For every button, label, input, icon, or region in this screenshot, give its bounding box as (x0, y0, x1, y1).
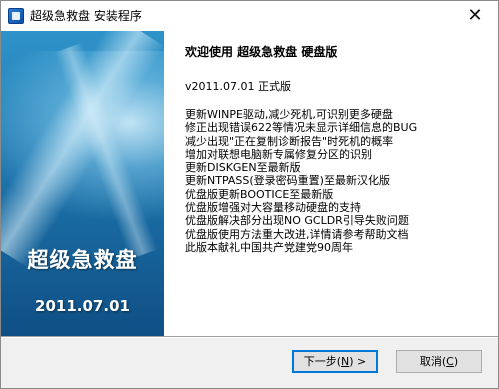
cancel-button-label-prefix: 取消( (419, 355, 447, 368)
changelog-item: 修正出现错误622等情况未显示详细信息的BUG (185, 121, 418, 135)
banner-title: 超级急救盘 (27, 248, 138, 272)
next-button-mnemonic: N (341, 355, 350, 368)
cancel-button[interactable]: 取消(C) (396, 350, 482, 373)
next-button-label-suffix: ) > (349, 355, 367, 368)
changelog-item: 增加对联想电脑新专属修复分区的识别 (185, 147, 372, 161)
close-icon[interactable]: ✕ (452, 1, 498, 31)
changelog-item: 更新NTPASS(登录密码重置)至最新汉化版 (185, 174, 390, 188)
welcome-panel: 欢迎使用 超级急救盘 硬盘版 v2011.07.01 正式版 更新WINPE驱动… (164, 31, 498, 336)
changelog-item: 更新DISKGEN至最新版 (185, 161, 301, 175)
changelog-item: 减少出现"正在复制诊断报告"时死机的概率 (185, 134, 394, 148)
window-title: 超级急救盘 安装程序 (30, 9, 142, 23)
cancel-button-mnemonic: C (446, 355, 454, 368)
next-button-label-prefix: 下一步( (303, 355, 342, 368)
banner-panel: 超级急救盘 2011.07.01 (1, 31, 164, 336)
changelog-item: 优盘版使用方法重大改进,详情请参考帮助文档 (185, 227, 409, 241)
title-bar[interactable]: 超级急救盘 安装程序 ✕ (1, 1, 498, 31)
welcome-heading: 欢迎使用 超级急救盘 硬盘版 (185, 45, 338, 59)
changelog-item: 优盘版更新BOOTICE至最新版 (185, 187, 334, 201)
banner-date: 2011.07.01 (35, 297, 130, 315)
cancel-button-label-suffix: ) (453, 355, 459, 368)
installer-window: 超级急救盘 安装程序 ✕ 超级急救盘 2011.07.01 欢迎使用 超级急救盘… (0, 0, 499, 389)
next-button[interactable]: 下一步(N) > (292, 350, 378, 373)
changelog-list: 更新WINPE驱动,减少死机,可识别更多硬盘 修正出现错误622等情况未显示详细… (185, 108, 417, 254)
changelog-item: 此版本献礼中国共产党建党90周年 (185, 240, 353, 254)
version-label: v2011.07.01 正式版 (185, 80, 291, 93)
changelog-item: 优盘版增强对大容量移动硬盘的支持 (185, 201, 361, 215)
changelog-item: 优盘版解决部分出现NO GCLDR引导失败问题 (185, 214, 409, 228)
button-bar: 下一步(N) > 取消(C) (1, 338, 498, 388)
changelog-item: 更新WINPE驱动,减少死机,可识别更多硬盘 (185, 108, 393, 121)
app-icon (8, 8, 24, 24)
